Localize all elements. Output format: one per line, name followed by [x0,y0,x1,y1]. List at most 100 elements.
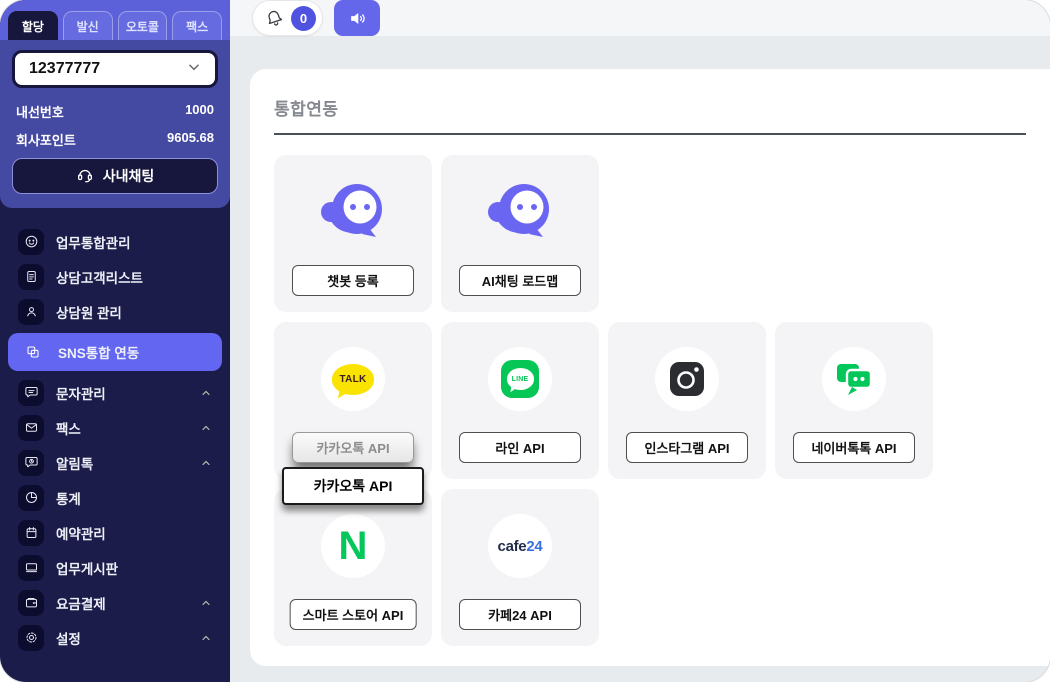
sidebar-item-work-integration[interactable]: 업무통합관리 [0,224,230,259]
account-stats: 내선번호 1000 회사포인트 9605.68 [16,102,214,149]
stat-value: 1000 [185,102,214,117]
stat-extension-number: 내선번호 1000 [16,102,214,121]
app-window: 할당 발신 오토콜 팩스 12377777 내선번호 1000 회사포인트 96… [0,0,1050,682]
wallet-icon [18,589,44,616]
headset-icon [76,166,94,187]
sidebar-item-sms-management[interactable]: 문자관리 [0,375,230,410]
content-panel: 통합연동 챗봇 등록 AI채팅 로드맵 TALK 카카오톡 API 카카오톡 A… [250,69,1050,666]
cafe24-logo: cafe24 [488,514,552,578]
naver-n-text: N [338,524,368,568]
sidebar-item-label: 설정 [56,631,81,647]
face-icon [18,228,44,255]
stat-label: 내선번호 [16,105,64,120]
internal-chat-label: 사내채팅 [102,168,155,184]
sidebar-item-statistics[interactable]: 통계 [0,480,230,515]
sidebar-menu: 업무통합관리 상담고객리스트 상담원 관리 SNS통합 연동 문자관리 팩스 알… [0,208,230,682]
sidebar-item-label: 상담고객리스트 [56,270,143,286]
sidebar-item-reservation[interactable]: 예약관리 [0,515,230,550]
sidebar-tabs: 할당 발신 오토콜 팩스 [0,0,230,40]
navertalk-api-button[interactable]: 네이버톡톡 API [793,432,915,463]
main-area: 0 통합연동 챗봇 등록 AI채팅 로드맵 TALK 카카오톡 API 카카오톡… [230,0,1050,682]
sidebar-item-label: 예약관리 [56,526,106,542]
card-kakaotalk: TALK 카카오톡 API 카카오톡 API [274,322,432,505]
overlap-squares-icon [20,339,46,365]
sidebar-item-label: 상담원 관리 [56,305,122,321]
integration-cards-grid: 챗봇 등록 AI채팅 로드맵 TALK 카카오톡 API 카카오톡 API LI… [274,155,1026,646]
bell-icon [263,6,287,30]
sidebar-item-agent-management[interactable]: 상담원 관리 [0,294,230,329]
document-icon [18,263,44,290]
sidebar-item-settings[interactable]: 설정 [0,620,230,655]
sidebar-item-label: 업무통합관리 [56,235,131,251]
pie-chart-icon [18,484,44,511]
sidebar-item-label: 알림톡 [56,456,94,472]
line-text: LINE [511,375,529,383]
sidebar-item-alimtalk[interactable]: 알림톡 [0,445,230,480]
smart-store-api-button[interactable]: 스마트 스토어 API [289,599,417,630]
sidebar-item-label: SNS통합 연동 [58,346,140,361]
title-divider [274,133,1026,135]
chevron-up-icon [200,457,212,469]
line-api-button[interactable]: 라인 API [459,432,581,463]
gear-icon [18,624,44,651]
chevron-up-icon [200,387,212,399]
card-line: LINE 라인 API [441,322,599,479]
instagram-api-button[interactable]: 인스타그램 API [626,432,748,463]
extension-select[interactable]: 12377777 [12,50,218,88]
topbar: 0 [230,0,1050,36]
sidebar-item-work-board[interactable]: 업무게시판 [0,550,230,585]
board-icon [18,554,44,581]
speaker-button[interactable] [334,0,380,36]
kakaotalk-api-tooltip: 카카오톡 API [282,467,424,505]
sidebar-item-billing[interactable]: 요금결제 [0,585,230,620]
cafe24-api-button[interactable]: 카페24 API [459,599,581,630]
extension-select-value: 12377777 [29,60,101,77]
notification-button[interactable]: 0 [252,0,323,36]
chatbot-icon [317,175,389,249]
cafe24-text: cafe [497,537,527,555]
sidebar-item-fax[interactable]: 팩스 [0,410,230,445]
kakaotalk-api-button[interactable]: 카카오톡 API [292,432,414,463]
chevron-up-icon [200,597,212,609]
navertalk-logo [822,347,886,411]
stat-value: 9605.68 [167,130,214,145]
speaker-icon [348,9,367,28]
card-chatbot-register: 챗봇 등록 [274,155,432,312]
card-ai-chat-roadmap: AI채팅 로드맵 [441,155,599,312]
sidebar-item-label: 업무게시판 [56,561,119,577]
stat-company-points: 회사포인트 9605.68 [16,130,214,149]
person-icon [18,298,44,325]
sidebar-item-label: 문자관리 [56,386,106,402]
tab-fax[interactable]: 팩스 [172,11,222,40]
card-navertalk: 네이버톡톡 API [775,322,933,479]
sidebar-item-customer-list[interactable]: 상담고객리스트 [0,259,230,294]
envelope-icon [18,414,44,441]
ai-chat-roadmap-button[interactable]: AI채팅 로드맵 [459,265,581,296]
card-smart-store: N 스마트 스토어 API [274,489,432,646]
tab-outbound[interactable]: 발신 [62,11,113,40]
notification-count-badge: 0 [291,5,316,31]
naver-logo: N [321,514,385,578]
line-logo: LINE [488,347,552,411]
tab-autocall[interactable]: 오토콜 [117,11,168,40]
sidebar: 할당 발신 오토콜 팩스 12377777 내선번호 1000 회사포인트 96… [0,0,230,682]
card-cafe24: cafe24 카페24 API [441,489,599,646]
chatbot-register-button[interactable]: 챗봇 등록 [292,265,414,296]
chevron-down-icon [187,60,201,79]
chevron-up-icon [200,632,212,644]
page-title: 통합연동 [274,100,339,119]
cafe24-24-text: 24 [526,537,543,555]
chat-clock-icon [18,449,44,476]
kakaotalk-logo: TALK [321,347,385,411]
instagram-logo [655,347,719,411]
internal-chat-button[interactable]: 사내채팅 [12,158,218,194]
calendar-icon [18,519,44,546]
tab-assignment[interactable]: 할당 [8,11,58,40]
sidebar-item-label: 요금결제 [56,596,106,612]
sidebar-item-sns-integration[interactable]: SNS통합 연동 [8,333,222,371]
stat-label: 회사포인트 [16,133,76,148]
chevron-up-icon [200,422,212,434]
card-instagram: 인스타그램 API [608,322,766,479]
kakao-talk-text: TALK [339,373,367,385]
chatbot-icon [484,175,556,249]
